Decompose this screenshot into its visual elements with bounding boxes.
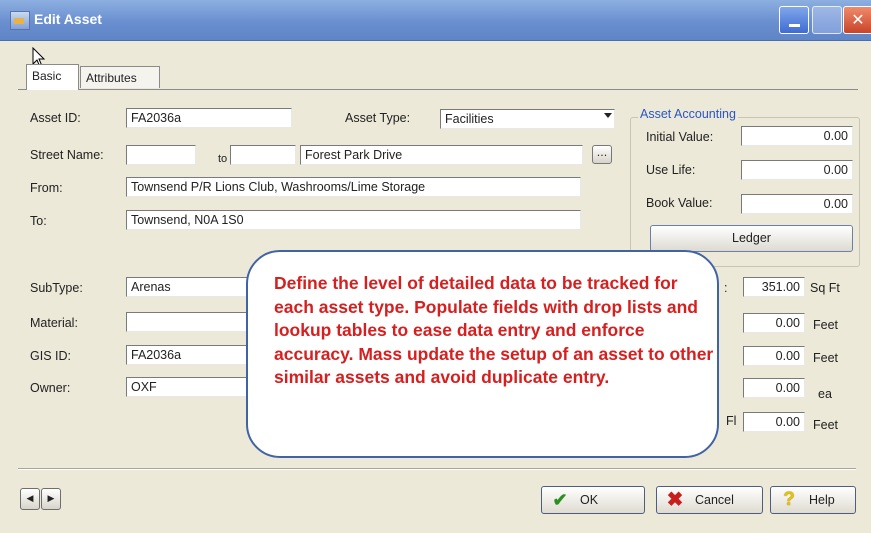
window-title: Edit Asset — [34, 11, 102, 27]
close-icon: ✕ — [851, 10, 865, 29]
info-callout: Define the level of detailed data to be … — [246, 250, 719, 458]
measurement-unit-2: Feet — [813, 318, 839, 332]
measurement-label-1: : — [724, 281, 728, 295]
measurement-field-4[interactable]: 0.00 — [743, 378, 805, 398]
measurement-field-2[interactable]: 0.00 — [743, 313, 805, 333]
gis-id-label: GIS ID: — [30, 349, 71, 363]
help-button[interactable]: ? Help — [770, 486, 856, 514]
tab-attributes[interactable]: Attributes — [80, 66, 160, 88]
asset-accounting-title: Asset Accounting — [638, 107, 738, 121]
asset-type-value: Facilities — [445, 112, 494, 126]
use-life-field[interactable]: 0.00 — [741, 160, 853, 180]
subtype-label: SubType: — [30, 281, 83, 295]
street-name-field[interactable]: Forest Park Drive — [300, 145, 583, 165]
minimize-button[interactable] — [779, 6, 809, 34]
measurement-field-3[interactable]: 0.00 — [743, 346, 805, 366]
use-life-label: Use Life: — [646, 163, 696, 177]
cancel-label: Cancel — [695, 493, 734, 507]
previous-record-button[interactable]: ◀ — [20, 488, 40, 510]
asset-id-field[interactable]: FA2036a — [126, 108, 292, 128]
measurement-field-5[interactable]: 0.00 — [743, 412, 805, 432]
ok-label: OK — [580, 493, 599, 507]
asset-type-dropdown[interactable]: Facilities — [440, 109, 615, 129]
check-icon: ✔ — [552, 490, 568, 510]
book-value-field[interactable]: 0.00 — [741, 194, 853, 214]
street-lookup-button[interactable]: ... — [592, 145, 612, 164]
bottom-separator — [18, 468, 856, 470]
help-label: Help — [809, 493, 835, 507]
asset-type-label: Asset Type: — [345, 111, 411, 125]
measurement-label-5: Fl — [726, 414, 737, 428]
minimize-icon — [789, 24, 800, 27]
material-label: Material: — [30, 316, 78, 330]
chevron-right-icon: ▶ — [47, 494, 55, 504]
book-value-label: Book Value: — [646, 196, 713, 210]
to-label-small: to — [218, 153, 228, 165]
street-number-from-field[interactable] — [126, 145, 196, 165]
cancel-button[interactable]: ✖ Cancel — [656, 486, 763, 514]
ok-button[interactable]: ✔ OK — [541, 486, 645, 514]
to-field[interactable]: Townsend, N0A 1S0 — [126, 210, 581, 230]
close-button[interactable]: ✕ — [843, 6, 871, 34]
chevron-down-icon[interactable] — [604, 113, 612, 118]
question-mark-icon: ? — [783, 489, 795, 510]
callout-text: Define the level of detailed data to be … — [274, 273, 714, 387]
title-bar[interactable]: Edit Asset ✕ — [0, 0, 871, 41]
from-label: From: — [30, 181, 63, 195]
street-number-to-field[interactable] — [230, 145, 296, 165]
owner-label: Owner: — [30, 381, 71, 395]
edit-asset-window: Edit Asset ✕ Basic Attributes Asset ID: … — [0, 0, 871, 533]
next-record-button[interactable]: ▶ — [41, 488, 61, 510]
tab-basic[interactable]: Basic — [26, 64, 79, 90]
ellipsis-icon: ... — [596, 146, 608, 159]
asset-id-label: Asset ID: — [30, 111, 81, 125]
x-icon: ✖ — [666, 489, 684, 511]
measurement-unit-3: Feet — [813, 351, 839, 365]
maximize-button[interactable] — [812, 6, 842, 34]
measurement-unit-4: ea — [818, 387, 832, 401]
app-icon — [10, 11, 30, 30]
ledger-button[interactable]: Ledger — [650, 225, 853, 252]
from-field[interactable]: Townsend P/R Lions Club, Washrooms/Lime … — [126, 177, 581, 197]
measurement-unit-1: Sq Ft — [810, 281, 840, 295]
street-name-label: Street Name: — [30, 148, 104, 162]
initial-value-field[interactable]: 0.00 — [741, 126, 853, 146]
initial-value-label: Initial Value: — [646, 130, 714, 144]
measurement-field-1[interactable]: 351.00 — [743, 277, 805, 297]
to-label: To: — [30, 214, 47, 228]
chevron-left-icon: ◀ — [26, 494, 34, 504]
measurement-unit-5: Feet — [813, 418, 839, 432]
